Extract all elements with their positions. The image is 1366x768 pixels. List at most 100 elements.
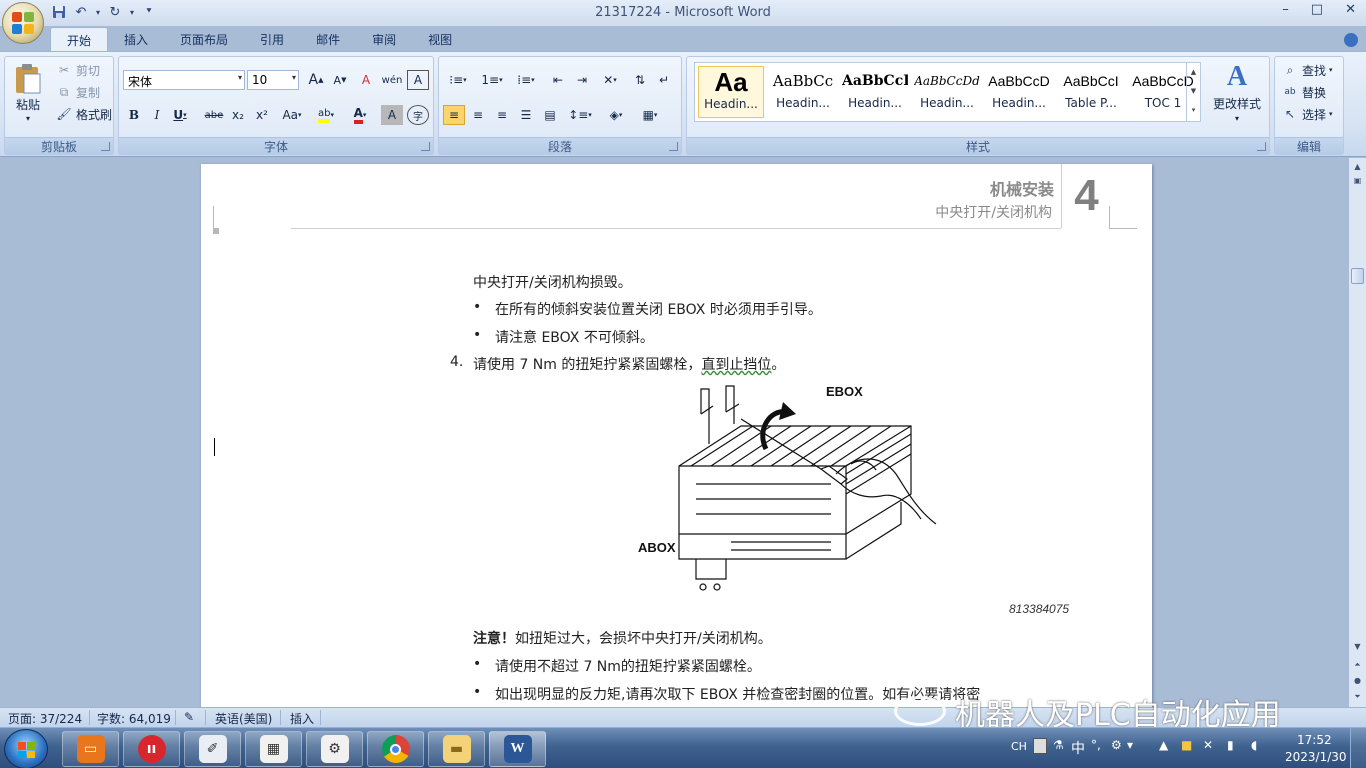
change-styles-button[interactable]: A 更改样式 ▾	[1213, 61, 1261, 123]
minimize-button[interactable]: –	[1282, 2, 1289, 17]
phonetic-guide-button[interactable]: wén	[381, 70, 403, 90]
ime-toolbar-icon[interactable]	[1033, 738, 1047, 754]
sort-button[interactable]: ⇅	[629, 70, 651, 90]
ime-settings-icon[interactable]: ⚙	[1111, 738, 1122, 752]
select-button[interactable]: ↖ 选择 ▾	[1281, 105, 1333, 123]
font-dialog-launcher[interactable]	[421, 142, 430, 151]
show-desktop-button[interactable]	[1350, 728, 1366, 768]
taskbar-app-changer[interactable]: ▭	[62, 731, 119, 767]
taskbar-app-word[interactable]: W	[489, 731, 546, 767]
taskbar-app-figure[interactable]: ⚙	[306, 731, 363, 767]
styles-dialog-launcher[interactable]	[1257, 142, 1266, 151]
cut-button[interactable]: ✂ 剪切	[55, 61, 100, 79]
change-case-button[interactable]: Aa ▾	[277, 105, 307, 125]
ime-mode[interactable]: 中	[1071, 738, 1085, 758]
select-browse-object-icon[interactable]: ●	[1351, 674, 1364, 687]
taskbar-app-chrome[interactable]	[367, 731, 424, 767]
clock-date[interactable]: 2023/1/30	[1285, 750, 1347, 764]
tab-home[interactable]: 开始	[50, 27, 109, 52]
replace-button[interactable]: ab 替换	[1281, 83, 1326, 101]
scroll-down-icon[interactable]: ▼	[1351, 640, 1364, 653]
clear-format-button[interactable]: A	[355, 70, 377, 90]
decrease-indent-button[interactable]: ⇤	[547, 70, 569, 90]
subscript-button[interactable]: x₂	[227, 105, 249, 125]
borders-button[interactable]: ▦ ▾	[635, 105, 665, 125]
distributed-button[interactable]: ▤	[539, 105, 561, 125]
align-left-button[interactable]: ≡	[443, 105, 465, 125]
bold-button[interactable]: B	[123, 105, 145, 125]
taskbar-app-diagram[interactable]: ▦	[245, 731, 302, 767]
font-color-button[interactable]: A ▾	[345, 105, 375, 125]
numbering-button[interactable]: 1≡ ▾	[477, 70, 507, 90]
font-size-select[interactable]: 10 ▾	[247, 70, 299, 90]
show-marks-button[interactable]: ↵	[653, 70, 675, 90]
clipboard-dialog-launcher[interactable]	[101, 142, 110, 151]
insert-mode[interactable]: 插入	[290, 710, 314, 727]
security-icon[interactable]: ■	[1181, 738, 1192, 752]
style-heading-3[interactable]: AaBbCcI Headin...	[842, 66, 908, 118]
start-button[interactable]	[4, 729, 48, 768]
highlight-button[interactable]: ab ▾	[311, 105, 341, 125]
scroll-up-icon[interactable]: ▲	[1351, 160, 1364, 173]
document-page[interactable]: 机械安装 中央打开/关闭机构 4 中央打开/关闭机构损毁。 • 在所有的倾斜安装…	[201, 164, 1152, 707]
align-right-button[interactable]: ≡	[491, 105, 513, 125]
previous-page-icon[interactable]: ⏶	[1351, 658, 1364, 671]
volume-icon[interactable]: ◖	[1251, 738, 1257, 752]
input-language[interactable]: CH	[1011, 740, 1027, 753]
italic-button[interactable]: I	[146, 105, 168, 125]
character-shading-button[interactable]: A	[381, 105, 403, 125]
tab-view[interactable]: 视图	[412, 27, 468, 52]
style-heading-2[interactable]: AaBbCc Headin...	[770, 66, 836, 118]
style-heading-4[interactable]: AaBbCcDd Headin...	[914, 66, 980, 118]
network-icon[interactable]: ✕	[1203, 738, 1213, 752]
ime-menu-icon[interactable]: ▾	[1127, 738, 1133, 752]
increase-indent-button[interactable]: ⇥	[571, 70, 593, 90]
maximize-button[interactable]: □	[1311, 2, 1323, 17]
punctuation-icon[interactable]: °,	[1091, 738, 1101, 752]
tab-insert[interactable]: 插入	[108, 27, 164, 52]
style-heading-5[interactable]: AaBbCcD Headin...	[986, 66, 1052, 118]
grow-font-button[interactable]: A ▲	[305, 70, 327, 90]
ime-status-icon[interactable]: ⚗	[1053, 738, 1064, 752]
spelling-check-icon[interactable]: ✎	[184, 710, 194, 724]
character-border-button[interactable]: A	[407, 70, 429, 90]
scroll-thumb[interactable]	[1351, 268, 1364, 284]
close-button[interactable]: ✕	[1345, 2, 1356, 17]
tab-page-layout[interactable]: 页面布局	[164, 27, 244, 52]
ruler-toggle-icon[interactable]: ▣	[1351, 174, 1364, 187]
language-indicator[interactable]: 英语(美国)	[215, 710, 272, 727]
tab-mailings[interactable]: 邮件	[300, 27, 356, 52]
style-heading-1[interactable]: Aa Headin...	[698, 66, 764, 118]
copy-button[interactable]: ⧉ 复制	[55, 83, 100, 101]
underline-button[interactable]: U ▾	[169, 105, 191, 125]
chinese-layout-button[interactable]: ✕ ▾	[595, 70, 625, 90]
clock-time[interactable]: 17:52	[1297, 733, 1332, 747]
next-page-icon[interactable]: ⏷	[1351, 690, 1364, 703]
align-center-button[interactable]: ≡	[467, 105, 489, 125]
taskbar-app-explorer[interactable]: ▬	[428, 731, 485, 767]
taskbar-app-pen-tool[interactable]: ✐	[184, 731, 241, 767]
vertical-scrollbar[interactable]: ▲ ▣ ▼ ⏶ ● ⏷	[1348, 158, 1366, 707]
justify-button[interactable]: ☰	[515, 105, 537, 125]
shrink-font-button[interactable]: A ▼	[329, 70, 351, 90]
scroll-down-icon[interactable]: ▼	[1187, 82, 1200, 101]
multilevel-list-button[interactable]: ⁞≡ ▾	[511, 70, 541, 90]
format-painter-button[interactable]: 🖌 格式刷	[55, 105, 112, 123]
page-count[interactable]: 页面: 37/224	[8, 710, 82, 727]
enclose-characters-button[interactable]: 字	[407, 105, 429, 125]
font-name-select[interactable]: 宋体 ▾	[123, 70, 245, 90]
find-button[interactable]: ⌕ 查找 ▾	[1281, 61, 1333, 79]
tab-review[interactable]: 审阅	[356, 27, 412, 52]
word-count[interactable]: 字数: 64,019	[97, 710, 171, 727]
style-table-paragraph[interactable]: AaBbCcI Table P...	[1058, 66, 1124, 118]
show-hidden-icons[interactable]: ▲	[1159, 738, 1168, 752]
gallery-scroll[interactable]: ▲ ▼ ▾	[1186, 63, 1200, 121]
office-button[interactable]	[2, 2, 44, 44]
strikethrough-button[interactable]: abe	[203, 105, 225, 125]
signal-icon[interactable]: ▮	[1227, 738, 1234, 752]
shading-button[interactable]: ◈ ▾	[601, 105, 631, 125]
help-icon[interactable]	[1344, 33, 1358, 47]
paste-button[interactable]: 粘贴 ▾	[13, 63, 43, 123]
bullets-button[interactable]: ⁝≡ ▾	[443, 70, 473, 90]
scroll-up-icon[interactable]: ▲	[1187, 63, 1200, 82]
